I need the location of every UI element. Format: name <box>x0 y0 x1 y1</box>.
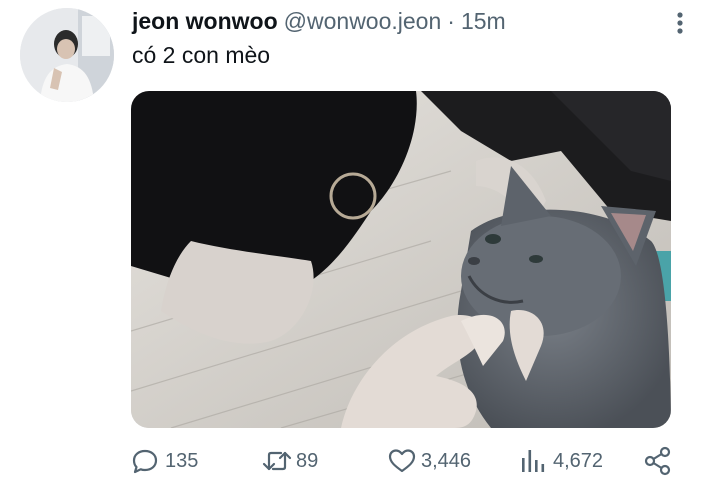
vertical-dots-icon <box>677 12 683 34</box>
reply-count: 135 <box>165 449 199 472</box>
like-button[interactable]: 3,446 <box>387 444 471 478</box>
speech-bubble-icon <box>132 449 158 474</box>
tweet-text: có 2 con mèo <box>132 42 271 68</box>
views-button[interactable]: 4,672 <box>519 444 603 478</box>
separator-dot: · <box>447 8 455 34</box>
retweet-button[interactable]: 89 <box>261 444 318 478</box>
photo-image <box>131 91 671 428</box>
display-name[interactable]: jeon wonwoo <box>132 6 278 36</box>
retweet-arrows-icon <box>262 451 292 471</box>
user-handle[interactable]: @wonwoo.jeon <box>284 6 442 36</box>
avatar-photo <box>20 8 114 102</box>
retweet-count: 89 <box>296 449 319 472</box>
share-button[interactable] <box>643 444 673 478</box>
like-count: 3,446 <box>421 449 472 472</box>
tweet-actions: 135 89 3,446 4,672 <box>131 444 691 478</box>
reply-button[interactable]: 135 <box>131 444 198 478</box>
share-nodes-icon <box>644 446 671 476</box>
more-options-button[interactable] <box>668 10 692 36</box>
timestamp[interactable]: 15m <box>461 6 506 36</box>
heart-icon <box>388 449 416 473</box>
view-count: 4,672 <box>553 449 604 472</box>
tweet-photo[interactable] <box>131 91 671 428</box>
bar-chart-icon <box>522 450 545 472</box>
avatar[interactable] <box>20 8 114 102</box>
tweet-header: jeon wonwoo @wonwoo.jeon · 15m <box>132 6 506 36</box>
